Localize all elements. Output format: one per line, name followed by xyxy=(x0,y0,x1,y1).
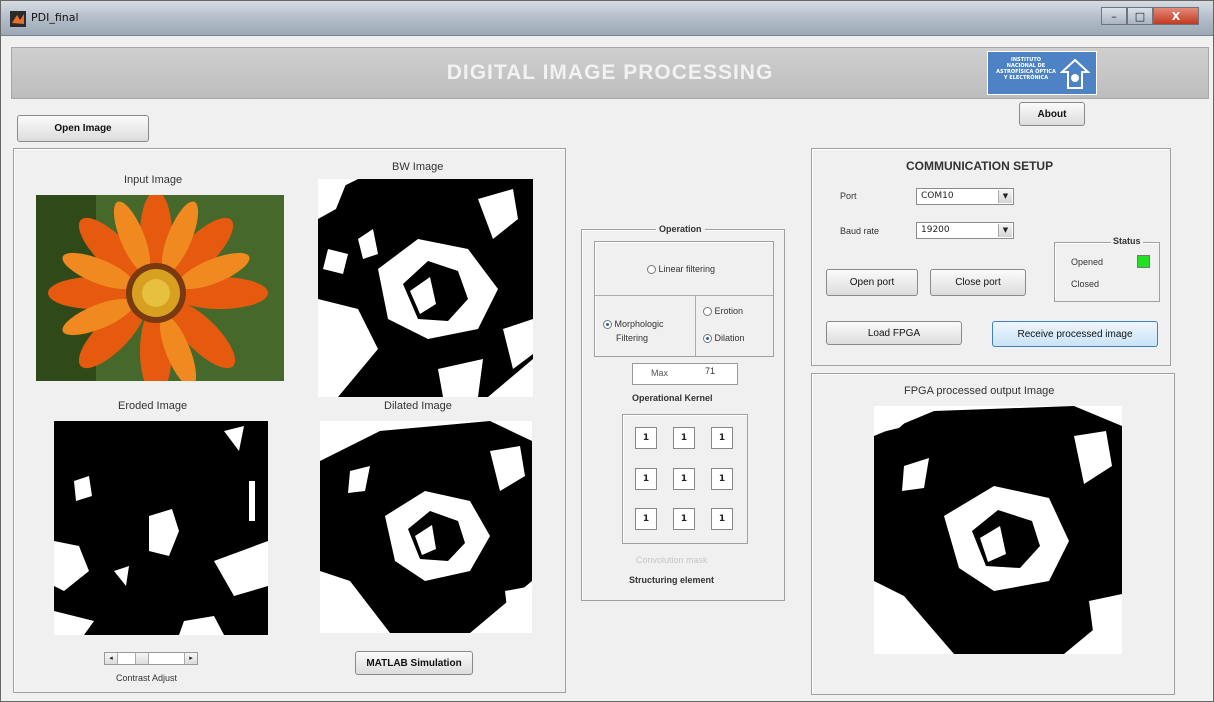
operation-title: Operation xyxy=(656,224,705,234)
operation-panel: Operation Linear filtering Morphologic F… xyxy=(581,224,785,601)
kernel-grid: 1 1 1 1 1 1 1 1 1 xyxy=(622,414,748,544)
header-banner: DIGITAL IMAGE PROCESSING INSTITUTO NACIO… xyxy=(11,47,1209,99)
baud-rate-value: 19200 xyxy=(921,225,950,235)
bw-image xyxy=(318,179,533,397)
eroded-image-label: Eroded Image xyxy=(118,400,188,412)
linear-filtering-option[interactable]: Linear filtering xyxy=(647,264,715,275)
status-group: Status Opened Closed xyxy=(1054,236,1160,302)
eroded-image xyxy=(54,421,268,635)
fpga-output-panel: FPGA processed output Image xyxy=(811,373,1175,695)
max-field[interactable]: Max 71 xyxy=(632,363,738,385)
input-image xyxy=(36,195,284,381)
filter-type-group: Linear filtering Morphologic Filtering E… xyxy=(594,241,774,357)
port-label: Port xyxy=(840,191,857,201)
receive-processed-image-button[interactable]: Receive processed image xyxy=(992,321,1158,347)
dilated-image xyxy=(320,421,532,633)
status-title: Status xyxy=(1111,236,1143,246)
dilation-radio[interactable] xyxy=(703,334,712,344)
erosion-radio[interactable] xyxy=(703,307,712,317)
kernel-cell[interactable]: 1 xyxy=(711,508,733,530)
port-value: COM10 xyxy=(921,191,954,201)
opened-label: Opened xyxy=(1071,257,1104,267)
institute-logo: INSTITUTO NACIONAL DE ASTROFÍSICA ÓPTICA… xyxy=(987,51,1097,95)
max-label: Max xyxy=(651,368,669,378)
slider-right-arrow-icon[interactable]: ▸ xyxy=(184,653,197,664)
slider-thumb[interactable] xyxy=(135,653,149,664)
contrast-slider[interactable]: ◂ ▸ xyxy=(104,652,198,665)
about-button[interactable]: About xyxy=(1019,102,1085,126)
kernel-cell[interactable]: 1 xyxy=(673,427,695,449)
contrast-adjust-label: Contrast Adjust xyxy=(116,673,178,683)
kernel-cell[interactable]: 1 xyxy=(711,468,733,490)
input-image-label: Input Image xyxy=(124,174,183,186)
port-select[interactable]: COM10 ▼ xyxy=(916,188,1014,205)
baud-rate-select[interactable]: 19200 ▼ xyxy=(916,222,1014,239)
kernel-cell[interactable]: 1 xyxy=(711,427,733,449)
dilated-image-label: Dilated Image xyxy=(384,400,452,412)
simulation-panel: Input Image BW Image Eroded Image Dilate… xyxy=(13,148,566,693)
chevron-down-icon[interactable]: ▼ xyxy=(998,224,1012,237)
kernel-cell[interactable]: 1 xyxy=(673,468,695,490)
open-port-button[interactable]: Open port xyxy=(826,269,918,296)
main-window: PDI_final – □ X DIGITAL IMAGE PROCESSING… xyxy=(0,0,1214,702)
communication-setup-panel: COMMUNICATION SETUP Port COM10 ▼ Baud ra… xyxy=(811,148,1171,366)
kernel-cell[interactable]: 1 xyxy=(635,427,657,449)
slider-left-arrow-icon[interactable]: ◂ xyxy=(105,653,118,664)
bw-image-label: BW Image xyxy=(392,161,444,173)
morphologic-filtering-radio[interactable] xyxy=(603,320,612,330)
divider xyxy=(595,295,773,296)
logo-emblem-icon xyxy=(1060,58,1090,89)
fpga-output-image xyxy=(874,406,1122,654)
open-image-button[interactable]: Open Image xyxy=(17,115,149,142)
fpga-output-title: FPGA processed output Image xyxy=(904,385,1055,397)
dilation-option[interactable]: Dilation xyxy=(703,333,745,344)
closed-label: Closed xyxy=(1071,279,1100,289)
minimize-button[interactable]: – xyxy=(1101,7,1127,25)
max-value: 71 xyxy=(705,366,716,376)
logo-text: INSTITUTO NACIONAL DE ASTROFÍSICA ÓPTICA… xyxy=(996,57,1056,81)
status-indicator xyxy=(1137,255,1150,268)
linear-filtering-radio[interactable] xyxy=(647,265,656,275)
kernel-title: Operational Kernel xyxy=(632,393,713,403)
window-title: PDI_final xyxy=(31,11,79,24)
structuring-element-label: Structuring element xyxy=(629,575,715,585)
kernel-cell[interactable]: 1 xyxy=(673,508,695,530)
maximize-button[interactable]: □ xyxy=(1127,7,1153,25)
convolution-mask-label: Convolution mask xyxy=(636,555,708,565)
chevron-down-icon[interactable]: ▼ xyxy=(998,190,1012,203)
matlab-simulation-button[interactable]: MATLAB Simulation xyxy=(355,651,473,675)
communication-setup-title: COMMUNICATION SETUP xyxy=(906,159,1054,173)
baud-rate-label: Baud rate xyxy=(840,226,880,236)
close-button[interactable]: X xyxy=(1153,7,1199,25)
load-fpga-button[interactable]: Load FPGA xyxy=(826,321,962,345)
divider xyxy=(695,295,696,356)
kernel-cell[interactable]: 1 xyxy=(635,508,657,530)
morphologic-filtering-option[interactable]: Morphologic Filtering xyxy=(603,317,664,345)
close-port-button[interactable]: Close port xyxy=(930,269,1026,296)
erosion-option[interactable]: Erotion xyxy=(703,306,743,317)
window-controls: – □ X xyxy=(1101,7,1199,25)
kernel-cell[interactable]: 1 xyxy=(635,468,657,490)
matlab-app-icon xyxy=(10,11,26,27)
title-bar: PDI_final – □ X xyxy=(1,1,1213,36)
